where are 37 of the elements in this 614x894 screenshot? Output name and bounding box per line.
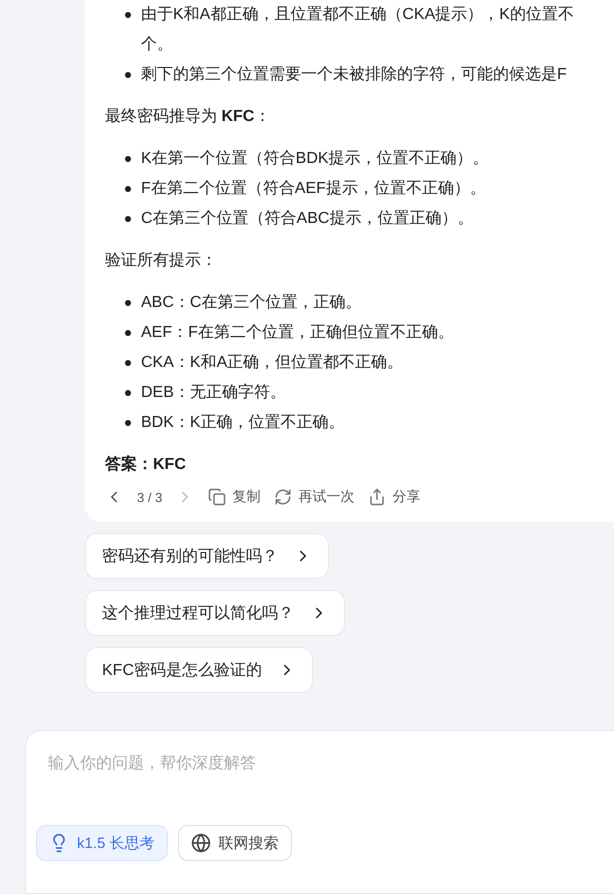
list-item-text: DEB：无正确字符。 bbox=[141, 382, 286, 403]
answer-line: 答案：KFC bbox=[105, 454, 187, 475]
list-item-text: 剩下的第三个位置需要一个未被排除的字符，可能的候选是F bbox=[141, 64, 567, 85]
page-counter: 3 / 3 bbox=[137, 490, 162, 504]
suggestion-button[interactable]: KFC密码是怎么验证的 bbox=[85, 647, 313, 693]
list-item-text: K在第一个位置（符合BDK提示，位置不正确）。 bbox=[141, 149, 489, 169]
suggestion-button[interactable]: 密码还有别的可能性吗？ bbox=[85, 533, 329, 579]
chat-input[interactable]: 输入你的问题，帮你深度解答 k1.5 长思考 联网搜索 bbox=[25, 730, 614, 894]
bullet-icon bbox=[125, 390, 131, 396]
list-item-text: ABC：C在第三个位置，正确。 bbox=[141, 293, 362, 313]
list-item-text: BDK：K正确，位置不正确。 bbox=[141, 413, 345, 433]
think-toggle[interactable]: k1.5 长思考 bbox=[36, 825, 168, 861]
bullet-icon bbox=[125, 186, 131, 192]
paragraph: 验证所有提示： bbox=[105, 251, 218, 271]
bullet-icon bbox=[125, 72, 131, 78]
share-button[interactable]: 分享 bbox=[368, 488, 420, 506]
bullet-icon bbox=[125, 360, 131, 366]
list-item-text: 由于K和A都正确，且位置都不正确（CKA提示），K的位置不 个。 bbox=[141, 4, 574, 55]
suggestion-button[interactable]: 这个推理过程可以简化吗？ bbox=[85, 590, 345, 636]
retry-button[interactable]: 再试一次 bbox=[274, 488, 354, 506]
list-item-text: AEF：F在第二个位置，正确但位置不正确。 bbox=[141, 323, 454, 343]
copy-button[interactable]: 复制 bbox=[208, 488, 260, 506]
bullet-icon bbox=[125, 12, 131, 18]
bullet-icon bbox=[125, 156, 131, 162]
list-item-text: C在第三个位置（符合ABC提示，位置正确）。 bbox=[141, 209, 474, 229]
bullet-icon bbox=[125, 216, 131, 222]
share-icon bbox=[368, 488, 386, 506]
paragraph: 最终密码推导为 KFC： bbox=[105, 106, 272, 127]
copy-icon bbox=[208, 488, 226, 506]
web-search-toggle[interactable]: 联网搜索 bbox=[178, 825, 292, 861]
bullet-icon bbox=[125, 300, 131, 306]
globe-icon bbox=[190, 833, 211, 853]
retry-icon bbox=[274, 488, 292, 506]
list-item-text: CKA：K和A正确，但位置都不正确。 bbox=[141, 352, 404, 373]
bullet-icon bbox=[125, 420, 131, 426]
bullet-icon bbox=[125, 330, 131, 336]
list-item-text: F在第二个位置（符合AEF提示，位置不正确）。 bbox=[141, 179, 486, 199]
